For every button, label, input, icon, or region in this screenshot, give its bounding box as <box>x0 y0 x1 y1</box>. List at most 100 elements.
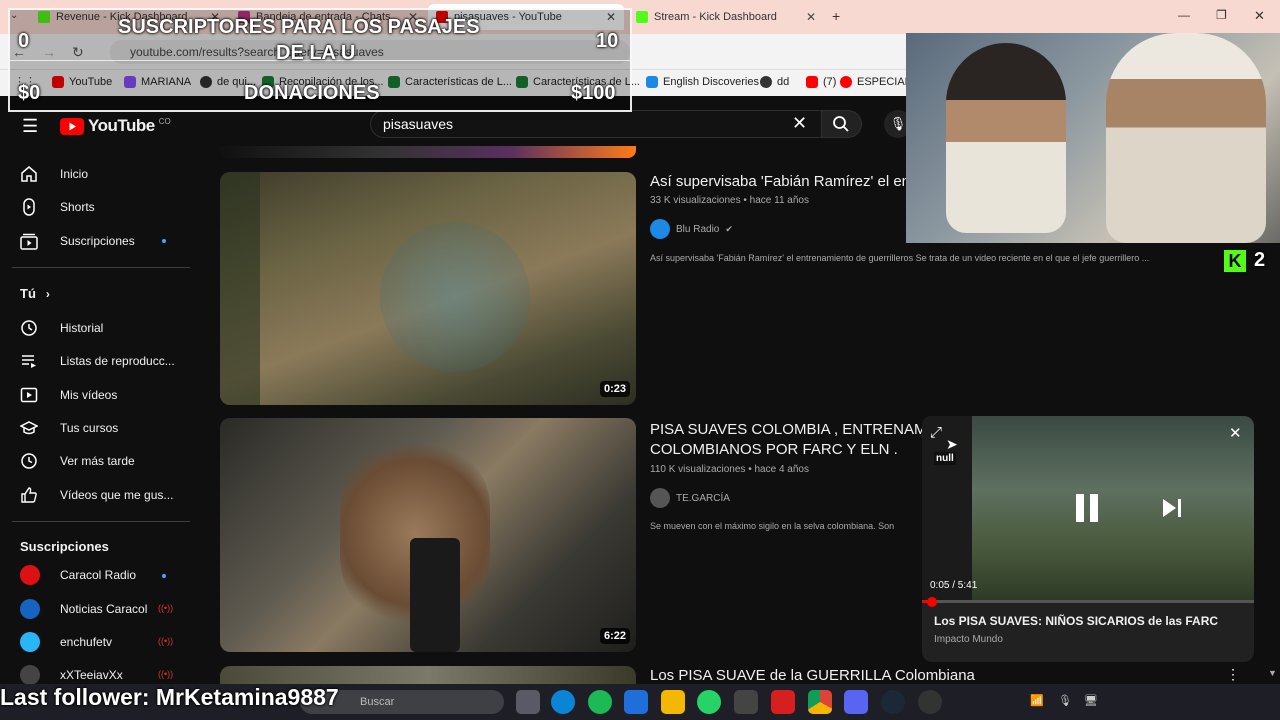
maximize-icon[interactable]: ❐ <box>1216 8 1227 22</box>
thumbs-up-icon <box>21 487 37 503</box>
bookmark-notifications[interactable]: (7) <box>806 76 836 88</box>
bookmark-label: dd <box>777 76 790 88</box>
kick-icon: K <box>1224 250 1246 272</box>
sidebar-section-you[interactable]: Tú › <box>20 286 50 301</box>
view-count: 33 K visualizaciones <box>650 195 741 206</box>
thumbnail-rifle <box>410 538 460 652</box>
sidebar-section-label: Tú <box>20 286 36 301</box>
channel-name: Blu Radio <box>676 223 720 235</box>
new-tab-button[interactable]: + <box>832 8 840 24</box>
bookmark-dd[interactable]: dd <box>760 76 789 88</box>
kick-viewer-count: 2 <box>1254 249 1266 271</box>
microphone-tray-icon[interactable]: 🎙 <box>1058 694 1072 707</box>
pause-icon[interactable] <box>1076 494 1098 522</box>
sidebar-item-label: Shorts <box>60 200 95 214</box>
youtube-logo[interactable]: YouTube CO <box>60 116 171 136</box>
app-icon[interactable] <box>734 690 758 714</box>
youtube-play-icon <box>60 117 84 135</box>
sidebar-item-ver-mas-tarde[interactable]: Ver más tarde <box>20 450 135 472</box>
channel-avatar <box>20 599 40 619</box>
subscriber-goal-target: 10 <box>596 30 619 52</box>
steam-icon[interactable] <box>881 690 905 714</box>
video-meta: 110 K visualizaciones • hace 4 años <box>650 464 809 475</box>
channel-avatar <box>20 632 40 652</box>
youtube-icon <box>806 76 818 88</box>
video-channel[interactable]: Blu Radio ✔ <box>650 219 733 239</box>
sidebar-item-suscripciones[interactable]: Suscripciones <box>20 230 135 252</box>
search-button[interactable] <box>822 110 862 138</box>
chrome-icon[interactable] <box>808 690 832 714</box>
thumbnail-figure <box>220 172 260 405</box>
search-input[interactable]: pisasuaves <box>370 110 822 138</box>
spotify-icon[interactable] <box>588 690 612 714</box>
upload-age: hace 4 años <box>754 464 810 475</box>
subscription-xxteeiavxx[interactable]: xXTeeiavXx <box>20 664 123 686</box>
sidebar-item-shorts[interactable]: Shorts <box>20 196 95 218</box>
sidebar-item-label: Listas de reproducc... <box>60 354 175 368</box>
miniplayer-title[interactable]: Los PISA SUAVES: NIÑOS SICARIOS de las F… <box>934 614 1218 628</box>
video-thumbnail[interactable] <box>220 666 636 684</box>
clear-search-icon[interactable]: ✕ <box>792 113 807 134</box>
sidebar-item-label: Mis vídeos <box>60 388 118 402</box>
edge-icon[interactable] <box>551 690 575 714</box>
video-title[interactable]: Los PISA SUAVE de la GUERRILLA Colombian… <box>650 666 1210 686</box>
sidebar-item-label: Inicio <box>60 167 89 181</box>
folder-icon[interactable] <box>661 690 685 714</box>
minimize-icon[interactable]: — <box>1178 8 1190 22</box>
store-icon[interactable] <box>624 690 648 714</box>
sidebar-item-tus-cursos[interactable]: Tus cursos <box>20 417 118 439</box>
channel-avatar <box>650 219 670 239</box>
progress-scrubber[interactable] <box>926 597 937 607</box>
subscription-noticias-caracol[interactable]: Noticias Caracol <box>20 598 147 620</box>
sidebar-item-mis-videos[interactable]: Mis vídeos <box>20 384 117 406</box>
window-close-icon[interactable]: ✕ <box>1254 8 1265 24</box>
video-title-line2[interactable]: COLOMBIANOS POR FARC Y ELN . <box>650 440 922 460</box>
view-count: 110 K visualizaciones <box>650 464 746 475</box>
video-title[interactable]: PISA SUAVES COLOMBIA , ENTRENAMIENTO <box>650 420 922 440</box>
tab-stream-kick[interactable]: Stream - Kick Dashboard ✕ <box>628 4 824 30</box>
subscription-caracol-radio[interactable]: Caracol Radio <box>20 564 136 586</box>
progress-track[interactable] <box>922 600 1254 603</box>
whatsapp-icon[interactable] <box>697 690 721 714</box>
display-icon[interactable]: 🖥 <box>1084 694 1098 707</box>
next-icon[interactable] <box>1160 496 1184 520</box>
app-icon[interactable] <box>771 690 795 714</box>
new-content-dot <box>162 574 166 578</box>
sidebar-item-liked-videos[interactable]: Vídeos que me gus... <box>20 484 173 506</box>
my-videos-icon <box>20 387 38 403</box>
donation-goal-current: $0 <box>18 82 41 104</box>
task-view-icon[interactable] <box>516 690 540 714</box>
close-icon[interactable]: ✕ <box>806 10 816 24</box>
menu-icon[interactable]: ☰ <box>22 116 38 137</box>
video-thumbnail[interactable]: 0:23 <box>220 172 636 405</box>
playlist-icon <box>22 355 36 368</box>
video-duration: 6:22 <box>599 628 630 644</box>
subscription-enchufetv[interactable]: enchufetv <box>20 631 112 653</box>
video-thumbnail[interactable]: 6:22 <box>220 418 636 652</box>
video-channel[interactable]: TE.GARCÍA <box>650 488 730 508</box>
live-icon: ((•)) <box>158 636 174 646</box>
scroll-down-icon[interactable]: ▼ <box>1268 668 1277 678</box>
obs-icon[interactable] <box>918 690 942 714</box>
more-options-icon[interactable]: ⋮ <box>1226 666 1240 683</box>
subscription-label: xXTeeiavXx <box>60 668 123 682</box>
time-display: 0:05 / 5:41 <box>930 580 978 591</box>
discord-icon[interactable] <box>844 690 868 714</box>
sidebar-item-historial[interactable]: Historial <box>20 317 103 339</box>
shorts-icon <box>23 198 35 216</box>
previous-video-thumbnail[interactable] <box>220 146 636 158</box>
sidebar-item-listas[interactable]: Listas de reproducc... <box>20 350 175 372</box>
expand-icon[interactable]: ⤢ <box>930 424 942 441</box>
video-meta: 33 K visualizaciones • hace 11 años <box>650 195 809 206</box>
subscription-label: Noticias Caracol <box>60 602 148 616</box>
tab-label: Stream - Kick Dashboard <box>654 11 777 23</box>
video-title[interactable]: Así supervisaba 'Fabián Ramírez' el entr… <box>650 172 906 192</box>
sidebar-item-inicio[interactable]: Inicio <box>20 163 88 185</box>
new-content-dot <box>162 239 166 243</box>
close-miniplayer-icon[interactable]: ✕ <box>1229 424 1242 442</box>
mouse-cursor-icon: ➤ <box>946 436 958 452</box>
network-icon[interactable]: 📶 <box>1030 694 1044 707</box>
sidebar-item-label: Suscripciones <box>60 234 135 248</box>
sidebar-divider <box>12 521 190 522</box>
bookmark-english-discoveries[interactable]: English Discoveries <box>646 76 759 88</box>
